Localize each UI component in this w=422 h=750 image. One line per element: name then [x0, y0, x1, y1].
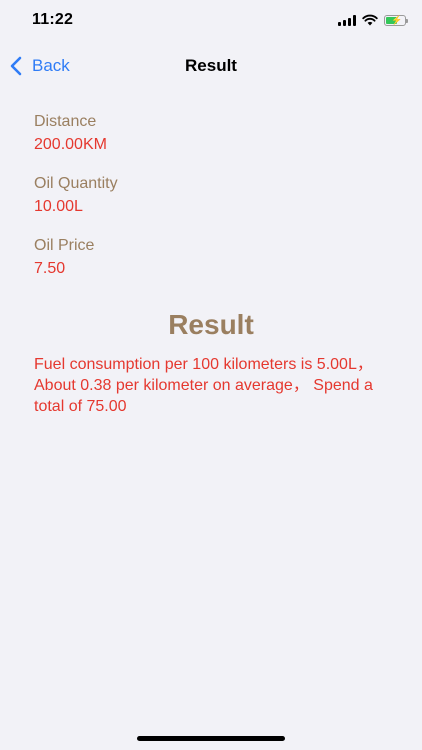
oil-price-label: Oil Price — [34, 237, 95, 254]
status-icons: ⚡ — [338, 14, 408, 26]
result-heading: Result — [168, 309, 254, 340]
oil-quantity-value: 10.00L — [34, 198, 83, 215]
home-indicator[interactable] — [137, 736, 285, 741]
oil-price-value: 7.50 — [34, 260, 66, 277]
result-text: Fuel consumption per 100 kilometers is 5… — [34, 356, 373, 415]
navigation-bar: Back Result — [0, 44, 422, 88]
distance-value: 200.00KM — [34, 136, 107, 153]
status-time: 11:22 — [32, 11, 74, 28]
battery-icon: ⚡ — [384, 14, 408, 26]
status-bar: 11:22 ⚡ — [0, 0, 422, 44]
page-title: Result — [185, 56, 237, 75]
cellular-signal-icon — [338, 14, 356, 26]
oil-quantity-label: Oil Quantity — [34, 175, 118, 192]
distance-label: Distance — [34, 113, 97, 130]
wifi-icon — [362, 14, 378, 26]
